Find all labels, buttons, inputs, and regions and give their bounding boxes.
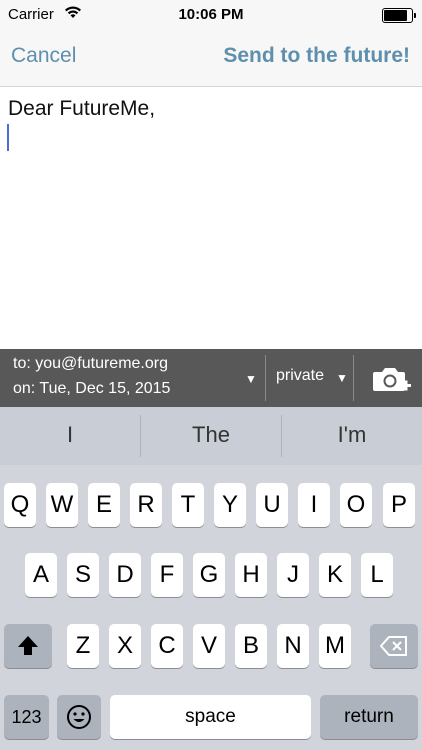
return-key[interactable]: return — [320, 695, 418, 739]
key-p[interactable]: P — [383, 483, 415, 527]
letter-text: Dear FutureMe, — [8, 97, 156, 120]
key-i[interactable]: I — [298, 483, 330, 527]
key-f[interactable]: F — [151, 553, 183, 597]
navigation-bar: Cancel Send to the future! — [0, 30, 422, 87]
numbers-key[interactable]: 123 — [4, 695, 49, 739]
key-o[interactable]: O — [340, 483, 372, 527]
key-y[interactable]: Y — [214, 483, 246, 527]
privacy-dropdown-arrow-icon[interactable]: ▼ — [336, 371, 348, 385]
emoji-key[interactable] — [57, 695, 101, 739]
key-d[interactable]: D — [109, 553, 141, 597]
recipient-email[interactable]: to: you@futureme.org — [13, 355, 168, 373]
delete-key[interactable] — [370, 624, 418, 668]
clock-time: 10:06 PM — [178, 6, 244, 23]
space-key[interactable]: space — [110, 695, 311, 739]
battery-icon — [382, 8, 416, 23]
status-bar: Carrier 10:06 PM — [0, 0, 422, 30]
suggestion-item[interactable]: I'm — [282, 407, 422, 465]
key-j[interactable]: J — [277, 553, 309, 597]
date-dropdown-arrow-icon[interactable]: ▼ — [245, 372, 257, 386]
emoji-icon — [57, 695, 101, 739]
add-photo-camera-icon[interactable] — [372, 363, 412, 395]
key-z[interactable]: Z — [67, 624, 99, 668]
key-w[interactable]: W — [46, 483, 78, 527]
key-c[interactable]: C — [151, 624, 183, 668]
key-s[interactable]: S — [67, 553, 99, 597]
key-u[interactable]: U — [256, 483, 288, 527]
key-t[interactable]: T — [172, 483, 204, 527]
key-g[interactable]: G — [193, 553, 225, 597]
predictive-bar: I The I'm — [0, 407, 422, 465]
shift-icon — [4, 624, 52, 668]
suggestion-item[interactable]: I — [0, 407, 140, 465]
toolbar-divider — [265, 355, 266, 401]
delivery-date[interactable]: on: Tue, Dec 15, 2015 — [13, 380, 170, 398]
key-n[interactable]: N — [277, 624, 309, 668]
key-h[interactable]: H — [235, 553, 267, 597]
text-caret — [7, 124, 9, 151]
key-l[interactable]: L — [361, 553, 393, 597]
toolbar-divider — [353, 355, 354, 401]
privacy-selector[interactable]: private — [276, 367, 324, 385]
key-v[interactable]: V — [193, 624, 225, 668]
letter-options-toolbar: to: you@futureme.org on: Tue, Dec 15, 20… — [0, 349, 422, 407]
send-to-future-button[interactable]: Send to the future! — [223, 44, 410, 68]
key-r[interactable]: R — [130, 483, 162, 527]
key-m[interactable]: M — [319, 624, 351, 668]
delete-icon — [370, 624, 418, 668]
key-a[interactable]: A — [25, 553, 57, 597]
suggestion-item[interactable]: The — [141, 407, 281, 465]
onscreen-keyboard: I The I'm Q W E R T Y U I O P A S D F G … — [0, 407, 422, 750]
letter-text-area[interactable]: Dear FutureMe, — [0, 87, 422, 349]
key-b[interactable]: B — [235, 624, 267, 668]
key-q[interactable]: Q — [4, 483, 36, 527]
key-x[interactable]: X — [109, 624, 141, 668]
cancel-button[interactable]: Cancel — [11, 44, 76, 68]
key-e[interactable]: E — [88, 483, 120, 527]
shift-key[interactable] — [4, 624, 52, 668]
key-k[interactable]: K — [319, 553, 351, 597]
